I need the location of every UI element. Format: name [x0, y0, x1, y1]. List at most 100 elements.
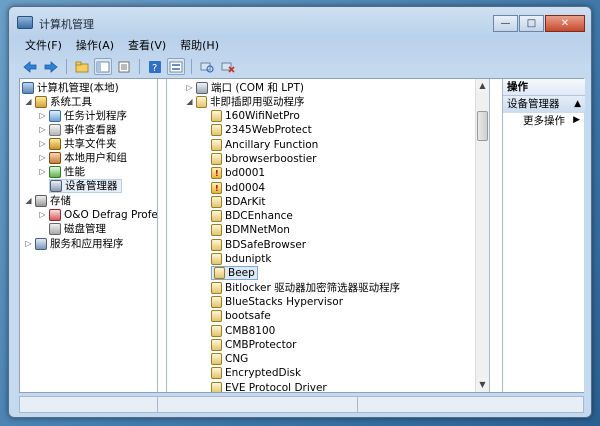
chevron-right-icon[interactable]: ▶	[573, 115, 580, 125]
driver-label: CMB8100	[225, 324, 276, 337]
scroll-up-icon[interactable]: ▲	[476, 79, 489, 93]
tree-item-event-viewer[interactable]: ▷ 事件查看器	[38, 123, 117, 137]
tree-item-local-users[interactable]: ▷ 本地用户和组	[38, 151, 127, 165]
driver-label: EncryptedDisk	[225, 367, 302, 380]
driver-item[interactable]: BDCEnhance	[211, 209, 293, 223]
expand-icon[interactable]: ▷	[38, 165, 47, 179]
tree-item-shared-folders[interactable]: ▷ 共享文件夹	[38, 137, 117, 151]
tree-item-device-manager[interactable]: 设备管理器	[49, 179, 122, 193]
expand-icon[interactable]: ▷	[185, 81, 194, 95]
expand-icon[interactable]: ▷	[38, 123, 47, 137]
menu-action[interactable]: 操作(A)	[74, 37, 116, 55]
show-hidden-icon[interactable]	[167, 58, 185, 75]
menu-help[interactable]: 帮助(H)	[178, 37, 221, 55]
title-bar[interactable]: 计算机管理 — □ ✕	[9, 7, 591, 37]
tree-label: 共享文件夹	[64, 138, 117, 150]
expand-icon[interactable]: ▷	[38, 109, 47, 123]
forward-arrow-icon[interactable]	[42, 58, 60, 75]
driver-item[interactable]: BDSafeBrowser	[211, 238, 306, 252]
expand-icon[interactable]: ▷	[38, 137, 47, 151]
tree-label: 任务计划程序	[64, 110, 127, 122]
tree-label: 服务和应用程序	[50, 238, 124, 250]
status-segment	[158, 397, 358, 412]
actions-section-label: 设备管理器	[507, 98, 560, 110]
driver-label: BDCEnhance	[225, 210, 293, 223]
show-hide-tree-icon[interactable]	[94, 58, 112, 75]
task-scheduler-icon	[49, 110, 61, 122]
driver-label: bduniptk	[225, 253, 272, 265]
driver-icon	[211, 367, 222, 380]
driver-item[interactable]: BDArKit	[211, 195, 266, 209]
driver-label: EVE Protocol Driver	[225, 381, 327, 392]
driver-item[interactable]: bd0001	[211, 166, 265, 181]
driver-item[interactable]: CMBProtector	[211, 338, 296, 352]
tree-item-performance[interactable]: ▷ 性能	[38, 165, 85, 179]
tree-item-root[interactable]: 计算机管理(本地)	[22, 81, 119, 95]
driver-item[interactable]: Bitlocker 驱动器加密筛选器驱动程序	[211, 281, 400, 295]
driver-item[interactable]: Ancillary Function	[211, 138, 318, 152]
tree-item-non-pnp-drivers[interactable]: ◢ 非即插即用驱动程序	[185, 95, 305, 109]
driver-item[interactable]: bduniptk	[211, 252, 271, 266]
driver-icon	[211, 152, 222, 165]
driver-label: bd0004	[225, 181, 266, 194]
scan-hardware-icon[interactable]	[198, 58, 216, 75]
properties-icon[interactable]	[115, 58, 133, 75]
scroll-down-icon[interactable]: ▼	[476, 378, 489, 392]
toolbar: ?	[13, 56, 589, 77]
driver-item[interactable]: bootsafe	[211, 309, 271, 323]
driver-icon	[211, 138, 222, 151]
back-arrow-icon[interactable]	[21, 58, 39, 75]
tree-label: O&O Defrag Professi	[64, 209, 158, 221]
menu-file[interactable]: 文件(F)	[23, 37, 64, 55]
collapse-icon[interactable]: ◢	[24, 95, 33, 109]
driver-item[interactable]: bbrowserboostier	[211, 152, 316, 166]
expand-icon[interactable]: ▷	[38, 208, 47, 222]
close-button[interactable]: ✕	[545, 15, 585, 32]
defrag-icon	[49, 209, 61, 221]
uninstall-device-icon[interactable]	[219, 58, 237, 75]
driver-label: 160WifiNetPro	[225, 110, 300, 122]
driver-label: Beep	[228, 267, 255, 280]
driver-label: Ancillary Function	[225, 138, 319, 151]
tree-label: 存储	[50, 195, 71, 207]
driver-item[interactable]: bd0004	[211, 181, 266, 196]
tree-label: 计算机管理(本地)	[37, 82, 119, 94]
driver-icon	[211, 338, 222, 351]
actions-section-device-manager[interactable]: 设备管理器 ▲	[503, 96, 585, 113]
menu-view[interactable]: 查看(V)	[126, 37, 168, 55]
driver-item[interactable]: EVE Protocol Driver	[211, 381, 327, 392]
driver-item[interactable]: 160WifiNetPro	[211, 109, 300, 123]
up-folder-icon[interactable]	[73, 58, 91, 75]
maximize-button[interactable]: □	[519, 15, 544, 32]
chevron-up-icon[interactable]: ▲	[574, 96, 581, 113]
driver-label: BlueStacks Hypervisor	[225, 295, 344, 308]
driver-icon	[211, 253, 222, 265]
tree-item-task-scheduler[interactable]: ▷ 任务计划程序	[38, 109, 127, 123]
driver-item[interactable]: BlueStacks Hypervisor	[211, 295, 343, 309]
driver-item[interactable]: CNG	[211, 352, 248, 366]
tree-item-disk-management[interactable]: 磁盘管理	[49, 222, 106, 236]
expand-icon[interactable]: ▷	[24, 237, 33, 251]
driver-item[interactable]: Beep	[211, 266, 258, 281]
driver-item[interactable]: CMB8100	[211, 324, 275, 338]
expand-icon[interactable]: ▷	[38, 151, 47, 165]
tree-item-defrag[interactable]: ▷ O&O Defrag Professi	[38, 208, 158, 222]
tree-item-storage[interactable]: ◢ 存储	[24, 194, 71, 208]
help-icon[interactable]: ?	[146, 58, 164, 75]
more-actions-link[interactable]: 更多操作	[523, 114, 565, 128]
driver-icon	[211, 281, 222, 294]
driver-item[interactable]: BDMNetMon	[211, 223, 290, 237]
tree-item-services-apps[interactable]: ▷ 服务和应用程序	[24, 237, 124, 251]
collapse-icon[interactable]: ◢	[24, 194, 33, 208]
driver-warning-icon	[211, 167, 222, 181]
minimize-button[interactable]: —	[493, 15, 518, 32]
tree-item-ports[interactable]: ▷ 端口 (COM 和 LPT)	[185, 81, 304, 95]
driver-item[interactable]: 2345WebProtect	[211, 123, 312, 137]
vertical-scrollbar[interactable]: ▲ ▼	[475, 79, 489, 392]
scroll-thumb[interactable]	[477, 111, 488, 141]
disk-icon	[49, 223, 61, 235]
tree-item-system-tools[interactable]: ◢ 系统工具	[24, 95, 92, 109]
event-viewer-icon	[49, 124, 61, 136]
collapse-icon[interactable]: ◢	[185, 95, 194, 109]
driver-item[interactable]: EncryptedDisk	[211, 366, 301, 380]
